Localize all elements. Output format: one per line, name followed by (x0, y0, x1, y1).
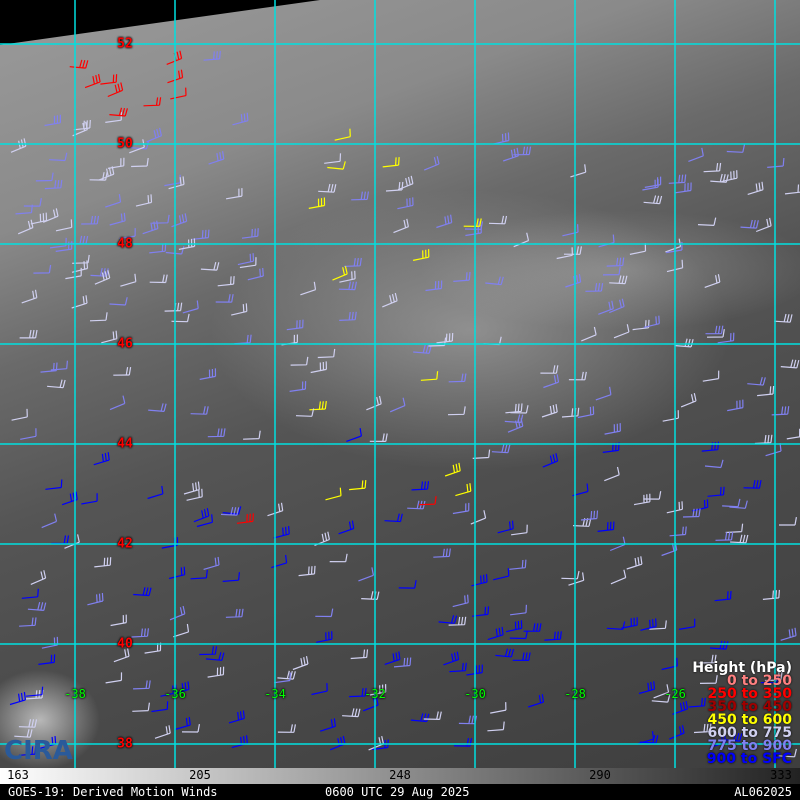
longitude-label: -34 (264, 687, 286, 701)
latitude-label: 50 (117, 136, 133, 152)
latitude-label: 52 (117, 36, 133, 52)
colorbar-tick: 248 (389, 768, 411, 782)
longitude-label: -26 (664, 687, 686, 701)
legend-item: 900 to SFC (706, 751, 792, 767)
timestamp: 0600 UTC 29 Aug 2025 (325, 785, 470, 799)
colorbar-tick: 290 (589, 768, 611, 782)
longitude-label: -36 (164, 687, 186, 701)
product-title: GOES-19: Derived Motion Winds (8, 785, 218, 799)
footer-bar: GOES-19: Derived Motion Winds 0600 UTC 2… (0, 784, 800, 800)
height-legend: Height (hPa) 0 to 250 250 to 350 350 to … (692, 661, 792, 767)
latitude-label: 38 (117, 736, 133, 752)
latitude-label: 48 (117, 236, 133, 252)
latitude-label: 42 (117, 536, 133, 552)
colorbar-tick: 163 (7, 768, 29, 782)
colorbar-tick: 205 (189, 768, 211, 782)
longitude-label: -38 (64, 687, 86, 701)
lat-lon-grid (0, 0, 800, 768)
satellite-map-view: 52 50 48 46 44 42 40 38 -38 -36 -34 -32 … (0, 0, 800, 800)
cira-logo: CIRA (4, 736, 73, 766)
storm-id: AL062025 (734, 785, 792, 799)
latitude-label: 44 (117, 436, 133, 452)
longitude-label: -28 (564, 687, 586, 701)
longitude-label: -32 (364, 687, 386, 701)
colorbar-tick: 333 (770, 768, 792, 782)
latitude-label: 40 (117, 636, 133, 652)
latitude-label: 46 (117, 336, 133, 352)
longitude-label: -30 (464, 687, 486, 701)
